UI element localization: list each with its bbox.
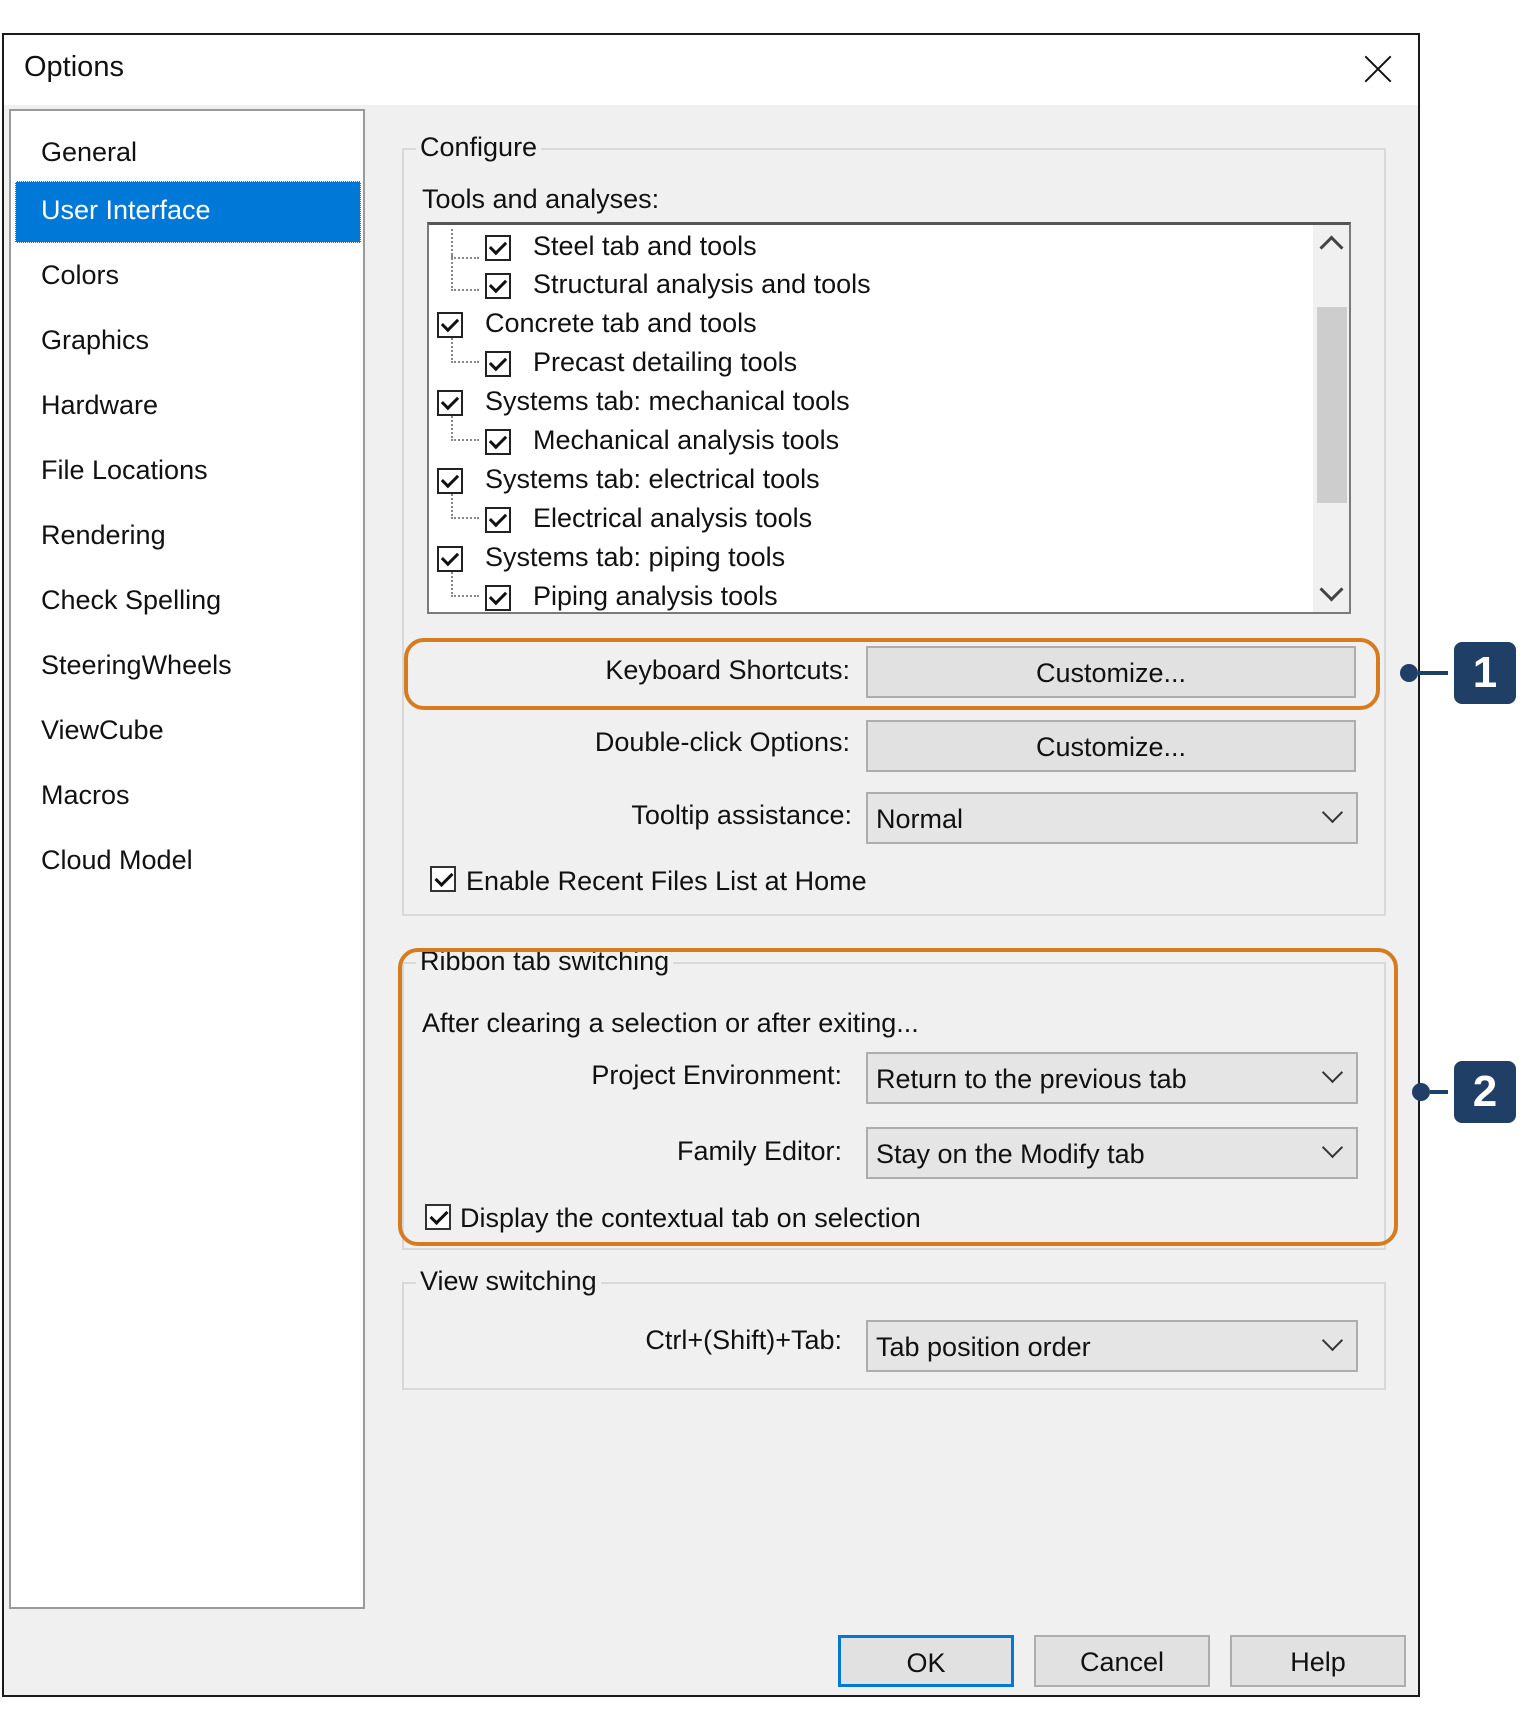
sidebar-item-label: Colors (41, 260, 120, 290)
sidebar-item-file-locations[interactable]: File Locations (15, 441, 361, 503)
title-bar: Options (4, 35, 1418, 105)
tree-item-label: Mechanical analysis tools (533, 425, 840, 455)
button-label: Help (1290, 1647, 1346, 1677)
tooltip-assistance-label: Tooltip assistance: (631, 800, 852, 830)
checkbox-checked[interactable] (437, 390, 463, 416)
tree-item-label: Piping analysis tools (533, 581, 778, 611)
sidebar-item-label: File Locations (41, 455, 208, 485)
sidebar-item-label: Cloud Model (41, 845, 193, 875)
sidebar-item-label: Graphics (41, 325, 150, 355)
tree-item-label: Steel tab and tools (533, 231, 757, 261)
sidebar-item-label: Macros (41, 780, 130, 810)
sidebar-item-steeringwheels[interactable]: SteeringWheels (15, 636, 361, 698)
sidebar-item-label: SteeringWheels (41, 650, 232, 680)
ok-button[interactable]: OK (838, 1635, 1014, 1687)
callout-1-badge: 1 (1454, 642, 1516, 704)
callout-2-badge: 2 (1454, 1061, 1516, 1123)
options-sidebar: General User Interface Colors Graphics H… (9, 109, 365, 1609)
checkbox-checked[interactable] (437, 468, 463, 494)
sidebar-item-viewcube[interactable]: ViewCube (15, 701, 361, 763)
sidebar-item-label: Check Spelling (41, 585, 222, 615)
recent-files-label: Enable Recent Files List at Home (466, 866, 867, 896)
tools-analyses-label: Tools and analyses: (422, 184, 660, 214)
sidebar-item-label: General (41, 137, 138, 167)
checkbox-checked[interactable] (485, 507, 511, 533)
dialog-title: Options (24, 51, 124, 83)
tree-scrollbar[interactable] (1313, 225, 1349, 612)
sidebar-item-cloud-model[interactable]: Cloud Model (15, 831, 361, 893)
checkbox-checked[interactable] (485, 273, 511, 299)
sidebar-item-label: ViewCube (41, 715, 164, 745)
sidebar-item-macros[interactable]: Macros (15, 766, 361, 828)
sidebar-item-colors[interactable]: Colors (15, 246, 361, 308)
help-button[interactable]: Help (1230, 1635, 1406, 1687)
sidebar-item-label: User Interface (41, 195, 211, 225)
chevron-down-icon (1321, 801, 1344, 824)
configure-legend: Configure (416, 132, 542, 163)
scroll-down-icon[interactable] (1319, 577, 1344, 602)
checkbox-checked[interactable] (437, 312, 463, 338)
sidebar-item-check-spelling[interactable]: Check Spelling (15, 571, 361, 633)
tree-item-label: Structural analysis and tools (533, 269, 871, 299)
highlight-keyboard-shortcuts (404, 638, 1380, 710)
checkbox-checked[interactable] (485, 429, 511, 455)
sidebar-item-graphics[interactable]: Graphics (15, 311, 361, 373)
checkbox-checked[interactable] (437, 546, 463, 572)
view-legend: View switching (416, 1266, 601, 1297)
sidebar-item-label: Rendering (41, 520, 166, 550)
tools-tree[interactable]: Steel tab and tools Structural analysis … (427, 222, 1351, 614)
cancel-button[interactable]: Cancel (1034, 1635, 1210, 1687)
callout-1-line (1418, 671, 1448, 675)
button-label: Cancel (1079, 1647, 1165, 1677)
scroll-up-icon[interactable] (1319, 235, 1344, 260)
sidebar-item-user-interface[interactable]: User Interface (15, 181, 361, 243)
tooltip-assistance-select[interactable]: Normal (866, 792, 1358, 844)
double-click-customize-button[interactable]: Customize... (866, 720, 1356, 772)
chevron-down-icon (1321, 1329, 1344, 1352)
select-value: Normal (876, 804, 964, 834)
callout-2-dot (1412, 1083, 1430, 1101)
checkbox-checked[interactable] (485, 351, 511, 377)
select-value: Tab position order (876, 1332, 1091, 1362)
view-switching-select[interactable]: Tab position order (866, 1320, 1358, 1372)
callout-2-line (1430, 1090, 1448, 1094)
double-click-options-label: Double-click Options: (594, 727, 850, 757)
callout-1-dot (1400, 664, 1418, 682)
sidebar-item-general[interactable]: General (15, 123, 361, 185)
tree-item-label: Electrical analysis tools (533, 503, 813, 533)
scroll-thumb[interactable] (1317, 307, 1347, 503)
ctrl-shift-tab-label: Ctrl+(Shift)+Tab: (645, 1325, 842, 1355)
tree-item-label: Concrete tab and tools (485, 308, 757, 338)
close-icon[interactable] (1352, 43, 1404, 95)
checkbox-checked[interactable] (485, 585, 511, 611)
button-label: Customize... (1035, 732, 1187, 762)
tree-item-label: Systems tab: electrical tools (485, 464, 820, 494)
tree-item-label: Precast detailing tools (533, 347, 798, 377)
tree-connector (451, 255, 479, 291)
button-label: OK (906, 1648, 946, 1678)
highlight-ribbon-tab-switching (398, 948, 1398, 1246)
sidebar-item-label: Hardware (41, 390, 159, 420)
tree-item-label: Systems tab: mechanical tools (485, 386, 850, 416)
sidebar-item-hardware[interactable]: Hardware (15, 376, 361, 438)
checkbox-checked[interactable] (485, 235, 511, 261)
recent-files-checkbox[interactable] (430, 866, 456, 892)
sidebar-item-rendering[interactable]: Rendering (15, 506, 361, 568)
tree-item-label: Systems tab: piping tools (485, 542, 786, 572)
